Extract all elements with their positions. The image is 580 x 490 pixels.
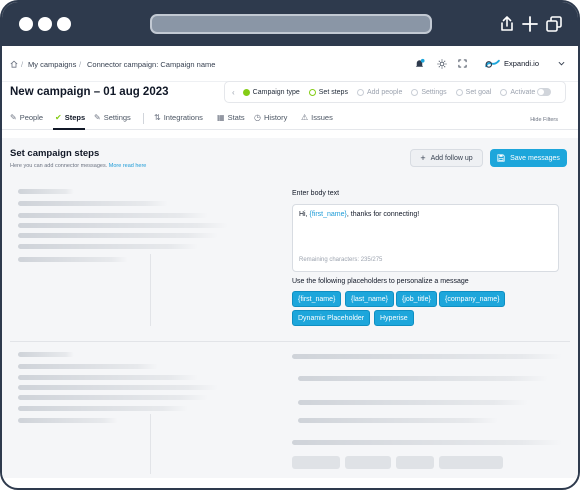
swap-icon: ⇅ (154, 113, 161, 122)
step-set-goal[interactable]: Set goal (455, 88, 491, 96)
skeleton-line (18, 201, 168, 206)
campaign-tabs (2, 110, 578, 130)
activate-toggle[interactable] (537, 88, 552, 96)
skeleton-chip (439, 456, 503, 469)
browser-window: / My campaigns / Connector campaign: Cam… (0, 0, 580, 490)
skeleton-line (18, 257, 128, 262)
share-icon[interactable] (498, 15, 516, 33)
tab-issues[interactable]: ⚠ Issues (301, 113, 333, 122)
hyperise-chip[interactable]: Hyperise (374, 310, 414, 326)
skeleton-line (18, 385, 218, 390)
warning-icon: ⚠ (301, 113, 309, 122)
section-title: Set campaign steps (10, 148, 100, 159)
tab-people[interactable]: ✎ People (10, 113, 43, 122)
pencil-icon: ✎ (10, 113, 17, 122)
skeleton-chip (292, 456, 340, 469)
step-campaign-type[interactable]: Campaign type (242, 88, 300, 96)
theme-sun-icon[interactable] (437, 59, 447, 69)
page-title: New campaign – 01 aug 2023 (10, 86, 169, 98)
notification-bell-icon[interactable] (414, 58, 425, 69)
skeleton-line (18, 364, 158, 369)
placeholders-label: Use the following placeholders to person… (292, 278, 469, 285)
back-arrow-icon[interactable]: ‹ (232, 88, 235, 97)
breadcrumb-separator: / (21, 60, 24, 69)
step-settings[interactable]: Settings (411, 88, 447, 96)
clock-icon: ◷ (254, 113, 261, 122)
skeleton-line (18, 244, 198, 249)
step-activate[interactable]: Activate (500, 88, 552, 96)
step-divider (10, 341, 570, 342)
hide-filters-link[interactable]: Hide Filters (530, 117, 558, 123)
column-divider (150, 254, 151, 326)
check-circle-icon: ✔ (55, 113, 62, 122)
tabs-overview-icon[interactable] (545, 15, 563, 33)
skeleton-chip (345, 456, 391, 469)
tab-history[interactable]: ◷ History (254, 113, 287, 122)
column-divider (150, 414, 151, 474)
window-maximize-dot[interactable] (57, 17, 71, 31)
new-tab-icon[interactable] (521, 15, 539, 33)
skeleton-line (18, 213, 208, 218)
skeleton-line (292, 440, 562, 445)
skeleton-chip (396, 456, 434, 469)
skeleton-line (18, 406, 188, 411)
placeholder-last-name-chip[interactable]: {last_name} (345, 291, 394, 307)
skeleton-line (18, 418, 118, 423)
message-body-text: Hi, {first_name}, thanks for connecting! (299, 211, 420, 218)
skeleton-line (292, 354, 562, 359)
add-follow-up-button[interactable]: + Add follow up (410, 149, 483, 167)
save-icon (497, 154, 505, 162)
skeleton-line (18, 189, 74, 194)
address-bar[interactable] (150, 14, 432, 34)
section-subtitle: Here you can add connector messages. Mor… (10, 163, 147, 169)
skeleton-line (298, 418, 498, 423)
window-minimize-dot[interactable] (38, 17, 52, 31)
step-set-steps[interactable]: Set steps (308, 88, 348, 96)
skeleton-line (18, 375, 198, 380)
chevron-down-icon[interactable] (558, 61, 565, 66)
breadcrumb-current: Connector campaign: Campaign name (87, 60, 216, 69)
skeleton-line (298, 400, 528, 405)
step-add-people[interactable]: Add people (356, 88, 402, 96)
skeleton-line (18, 352, 74, 357)
active-tab-indicator (53, 128, 85, 130)
window-close-dot[interactable] (19, 17, 33, 31)
save-messages-button[interactable]: Save messages (490, 149, 567, 167)
remaining-characters: Remaining characters: 235/275 (299, 257, 383, 263)
steps-content (2, 138, 578, 478)
breadcrumb-separator: / (79, 60, 82, 69)
placeholder-first-name-chip[interactable]: {first_name} (292, 291, 342, 307)
expandi-logo-icon (485, 59, 500, 68)
bar-chart-icon: ▦ (217, 113, 225, 122)
skeleton-line (298, 376, 548, 381)
home-icon[interactable] (10, 60, 18, 68)
body-text-label: Enter body text (292, 190, 340, 197)
dynamic-placeholder-chip[interactable]: Dynamic Placeholder (292, 310, 371, 326)
placeholder-job-title-chip[interactable]: {job_title} (396, 291, 437, 307)
pencil-icon: ✎ (94, 113, 101, 122)
skeleton-line (18, 395, 208, 400)
campaign-stepper: ‹ Campaign type Set steps Add people Set… (224, 81, 566, 103)
plus-icon: + (420, 153, 426, 163)
skeleton-line (18, 223, 228, 228)
tab-steps[interactable]: ✔ Steps (55, 113, 85, 122)
browser-chrome (2, 2, 578, 46)
read-more-link[interactable]: More read here (109, 163, 147, 169)
tab-settings[interactable]: ✎ Settings (94, 113, 131, 122)
tab-integrations[interactable]: ⇅ Integrations (154, 113, 203, 122)
message-body-textarea[interactable]: Hi, {first_name}, thanks for connecting!… (292, 204, 559, 272)
tab-divider (143, 113, 144, 124)
fullscreen-icon[interactable] (458, 59, 467, 68)
placeholder-company-name-chip[interactable]: {company_name} (439, 291, 506, 307)
breadcrumb-my-campaigns[interactable]: My campaigns (28, 60, 76, 69)
skeleton-line (18, 233, 218, 238)
tab-stats[interactable]: ▦ Stats (217, 113, 245, 122)
account-name[interactable]: Expandi.io (504, 59, 539, 68)
